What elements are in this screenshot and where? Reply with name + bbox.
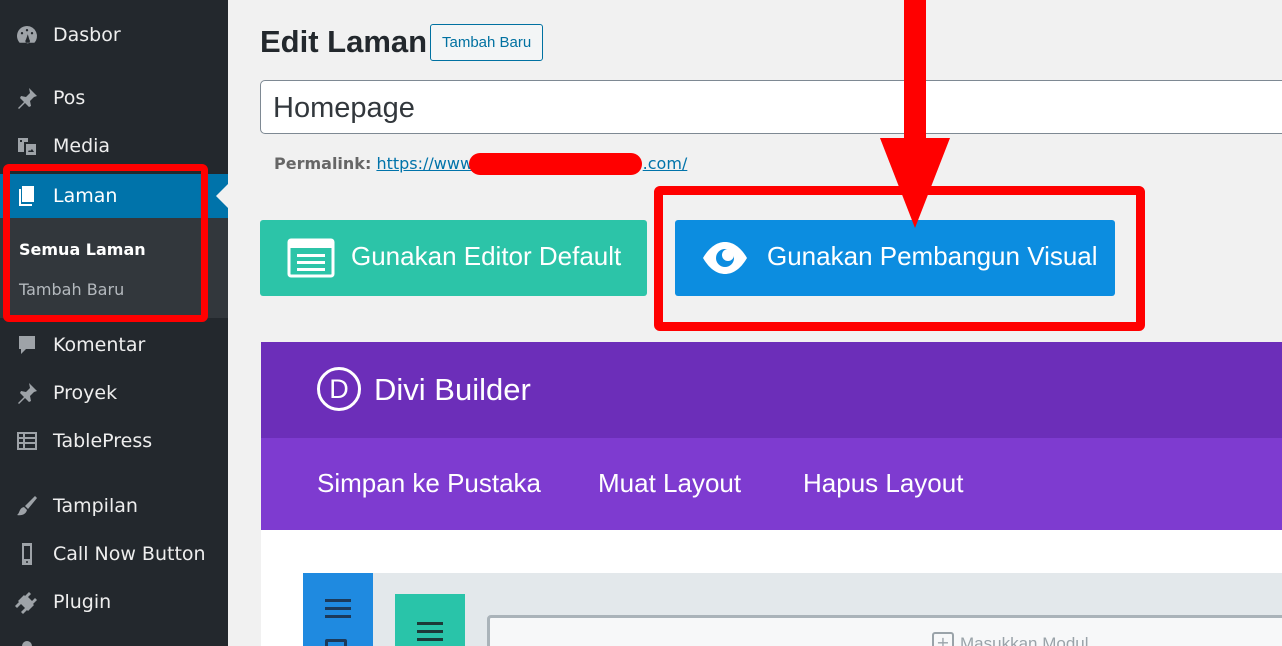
media-icon — [13, 134, 41, 158]
document-icon — [287, 238, 335, 278]
hamburger-icon-bar — [325, 607, 351, 610]
hamburger-icon-bar — [325, 615, 351, 618]
annotation-arrow-down-icon — [880, 0, 950, 228]
plus-icon: + — [932, 632, 954, 646]
sidebar-item-label: TablePress — [53, 430, 153, 452]
pin-icon — [13, 381, 41, 405]
row-handle[interactable] — [395, 594, 465, 646]
sidebar-item-media[interactable]: Media — [0, 124, 228, 168]
sidebar-item-tablepress[interactable]: TablePress — [0, 419, 228, 463]
divi-title: Divi Builder — [374, 372, 531, 407]
sidebar-item-proyek[interactable]: Proyek — [0, 371, 228, 415]
sidebar-item-komentar[interactable]: Komentar — [0, 323, 228, 367]
sidebar-item-label: Call Now Button — [53, 543, 206, 565]
comment-icon — [13, 333, 41, 357]
permalink-suffix: .com/ — [642, 154, 688, 173]
sidebar-item-label: Dasbor — [53, 24, 121, 46]
sidebar-item-partial[interactable] — [0, 628, 228, 646]
divi-logo-icon: D — [317, 367, 361, 411]
post-title-input[interactable]: Homepage — [260, 80, 1282, 134]
divi-builder-panel: D Divi Builder Simpan ke Pustaka Muat La… — [261, 342, 1282, 646]
dashboard-icon — [13, 23, 41, 47]
sidebar-item-label: Plugin — [53, 591, 112, 613]
section-settings-icon — [325, 639, 347, 646]
user-icon — [13, 638, 41, 646]
section-handle[interactable] — [303, 573, 373, 646]
sidebar-item-label: Komentar — [53, 334, 146, 356]
admin-sidebar: Dasbor Pos Media Laman Semua Laman Tamba… — [0, 0, 228, 646]
sidebar-item-label: Pos — [53, 87, 86, 109]
sidebar-item-dasbor[interactable]: Dasbor — [0, 13, 228, 57]
load-layout-button[interactable]: Muat Layout — [598, 468, 741, 499]
page-title: Edit Laman — [260, 24, 428, 59]
use-default-editor-button[interactable]: Gunakan Editor Default — [260, 220, 647, 296]
hamburger-icon-bar — [417, 630, 443, 633]
clear-layout-button[interactable]: Hapus Layout — [803, 468, 963, 499]
sidebar-item-pos[interactable]: Pos — [0, 76, 228, 120]
pin-icon — [13, 86, 41, 110]
sidebar-item-label: Media — [53, 135, 111, 157]
permalink-prefix: https://www. — [376, 154, 477, 173]
table-icon — [13, 429, 41, 453]
hamburger-icon — [325, 599, 351, 602]
brush-icon — [13, 494, 41, 518]
sidebar-item-plugin[interactable]: Plugin — [0, 580, 228, 624]
divi-toolbar: Simpan ke Pustaka Muat Layout Hapus Layo… — [261, 438, 1282, 530]
hamburger-icon — [417, 622, 443, 625]
sidebar-item-tampilan[interactable]: Tampilan — [0, 484, 228, 528]
permalink-label: Permalink: — [274, 154, 372, 173]
phone-icon — [13, 542, 41, 566]
use-default-editor-label: Gunakan Editor Default — [351, 241, 622, 271]
divi-header: D Divi Builder — [261, 342, 1282, 438]
redaction-mark — [469, 153, 642, 175]
plugin-icon — [13, 590, 41, 614]
insert-module-label: Masukkan Modul — [960, 634, 1089, 646]
insert-module-slot[interactable]: + Masukkan Modul — [487, 615, 1282, 646]
hamburger-icon-bar — [417, 638, 443, 641]
annotation-highlight-laman — [3, 164, 208, 322]
add-new-button[interactable]: Tambah Baru — [430, 24, 544, 61]
save-to-library-button[interactable]: Simpan ke Pustaka — [317, 468, 541, 499]
sidebar-item-label: Tampilan — [53, 495, 138, 517]
sidebar-item-label: Proyek — [53, 382, 118, 404]
sidebar-item-call-now-button[interactable]: Call Now Button — [0, 532, 228, 576]
